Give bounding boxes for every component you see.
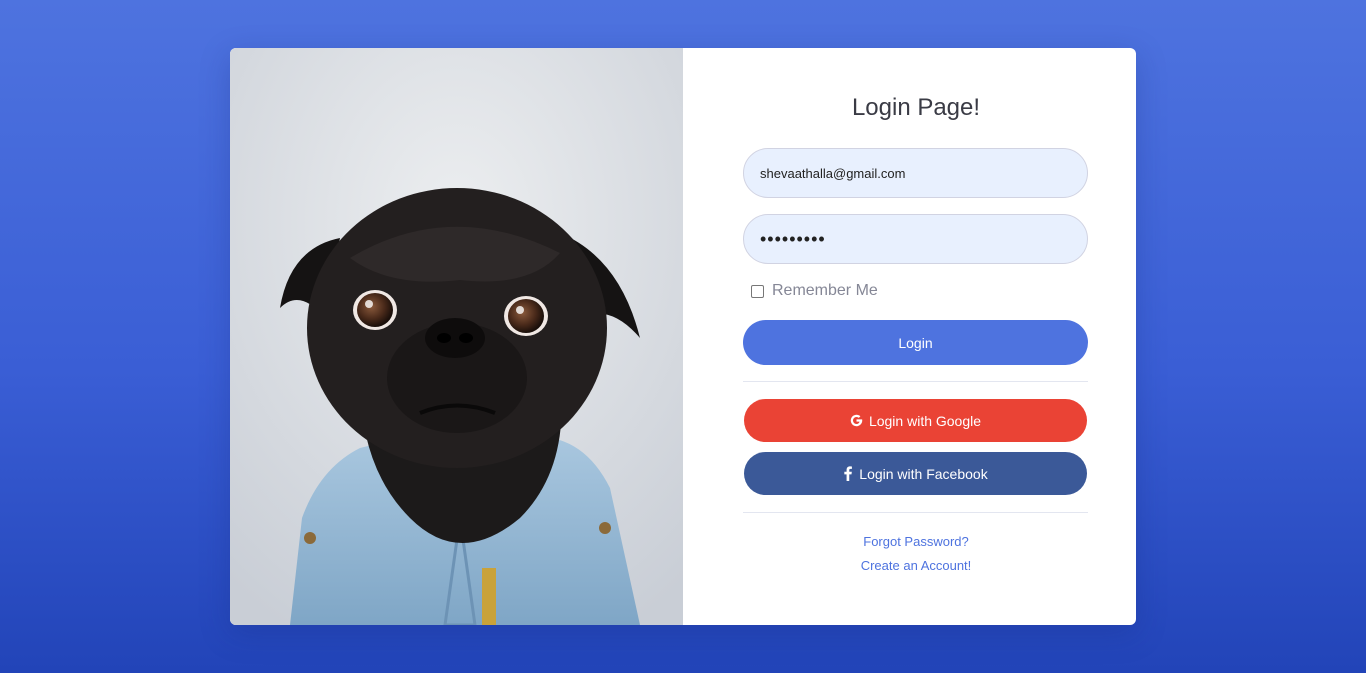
- google-icon: [850, 414, 863, 427]
- forgot-password-link[interactable]: Forgot Password?: [683, 534, 1136, 549]
- create-account-link[interactable]: Create an Account!: [683, 558, 1136, 573]
- login-button-label: Login: [898, 334, 933, 351]
- login-with-facebook-button[interactable]: Login with Facebook: [744, 452, 1087, 495]
- divider: [743, 512, 1088, 513]
- facebook-icon: [843, 466, 853, 481]
- google-button-label: Login with Google: [868, 412, 982, 429]
- remember-me[interactable]: Remember Me: [751, 282, 878, 300]
- login-card: Login Page! Remember Me Login Login with…: [230, 48, 1136, 625]
- remember-me-label: Remember Me: [772, 282, 878, 299]
- facebook-button-label: Login with Facebook: [859, 465, 988, 482]
- email-field[interactable]: [743, 148, 1088, 198]
- page-title: Login Page!: [851, 94, 981, 121]
- pug-illustration: [230, 48, 683, 625]
- login-with-google-button[interactable]: Login with Google: [744, 399, 1087, 442]
- password-field[interactable]: [743, 214, 1088, 264]
- pug-photo: [230, 48, 683, 625]
- login-form-panel: Login Page! Remember Me Login Login with…: [683, 48, 1136, 625]
- remember-me-checkbox[interactable]: [751, 284, 764, 298]
- divider: [743, 381, 1088, 382]
- login-button[interactable]: Login: [743, 320, 1088, 365]
